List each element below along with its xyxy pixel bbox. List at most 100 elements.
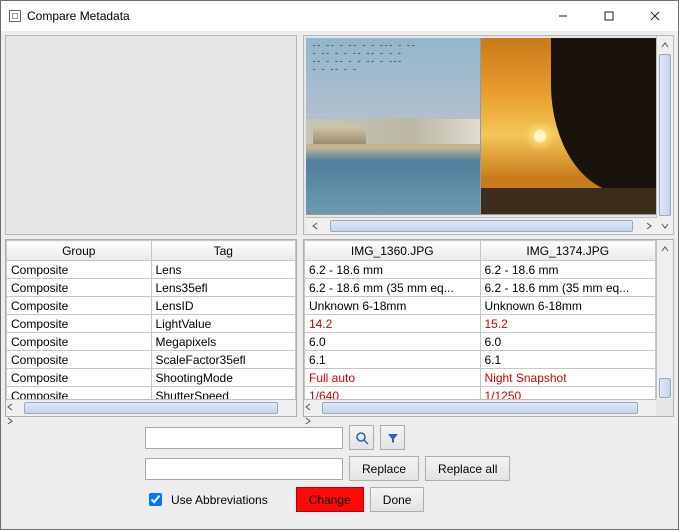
cell-group[interactable]: Composite xyxy=(7,261,152,279)
search-button[interactable] xyxy=(349,425,374,450)
table-row[interactable]: 1/6401/1250 xyxy=(305,387,656,400)
col-tag[interactable]: Tag xyxy=(151,241,296,261)
cell-tag[interactable]: ScaleFactor35efl xyxy=(151,351,296,369)
cell-value-a[interactable]: 1/640 xyxy=(305,387,481,400)
scroll-thumb[interactable] xyxy=(659,54,671,216)
cell-group[interactable]: Composite xyxy=(7,297,152,315)
scroll-thumb[interactable] xyxy=(24,402,278,414)
table-row[interactable]: Unknown 6-18mmUnknown 6-18mm xyxy=(305,297,656,315)
controls: Replace Replace all Use Abbreviations Ch… xyxy=(5,421,674,520)
cell-group[interactable]: Composite xyxy=(7,333,152,351)
preview-vscroll[interactable] xyxy=(656,36,673,234)
use-abbreviations-checkbox[interactable] xyxy=(149,493,162,506)
compare-metadata-window: Compare Metadata ˘˘ ˘˘ ˘ ˘˘ ˘ ˘ ˘˘˘ ˘ ˘˘… xyxy=(0,0,679,530)
cell-value-a[interactable]: 6.2 - 18.6 mm (35 mm eq... xyxy=(305,279,481,297)
table-row[interactable]: CompositeLens xyxy=(7,261,296,279)
replace-input[interactable] xyxy=(145,458,343,480)
cell-group[interactable]: Composite xyxy=(7,351,152,369)
scroll-thumb[interactable] xyxy=(330,220,633,232)
search-input[interactable] xyxy=(145,427,343,449)
preview-row: ˘˘ ˘˘ ˘ ˘˘ ˘ ˘ ˘˘˘ ˘ ˘˘˘ ˘˘ ˘ ˘ ˘˘ ˘˘ ˘ … xyxy=(5,35,674,235)
cell-value-b[interactable]: Night Snapshot xyxy=(480,369,656,387)
cell-tag[interactable]: ShutterSpeed xyxy=(151,387,296,400)
values-vscroll[interactable] xyxy=(656,240,673,416)
scroll-corner xyxy=(656,399,673,416)
table-row[interactable]: CompositeLensID xyxy=(7,297,296,315)
image-comparison: ˘˘ ˘˘ ˘ ˘˘ ˘ ˘ ˘˘˘ ˘ ˘˘˘ ˘˘ ˘ ˘ ˘˘ ˘˘ ˘ … xyxy=(306,38,657,215)
window-controls xyxy=(540,1,678,31)
cell-group[interactable]: Composite xyxy=(7,279,152,297)
values-hscroll[interactable] xyxy=(304,399,656,416)
table-row[interactable]: CompositeLightValue xyxy=(7,315,296,333)
change-button[interactable]: Change xyxy=(296,487,364,512)
cell-value-a[interactable]: 6.0 xyxy=(305,333,481,351)
table-row[interactable]: 6.16.1 xyxy=(305,351,656,369)
replace-button[interactable]: Replace xyxy=(349,456,419,481)
cell-tag[interactable]: Lens35efl xyxy=(151,279,296,297)
done-button[interactable]: Done xyxy=(370,487,425,512)
scroll-right-icon[interactable] xyxy=(640,218,657,234)
table-row[interactable]: 14.215.2 xyxy=(305,315,656,333)
maximize-button[interactable] xyxy=(586,1,632,31)
cell-tag[interactable]: Lens xyxy=(151,261,296,279)
scroll-up-icon[interactable] xyxy=(657,240,673,257)
cell-value-b[interactable]: 6.0 xyxy=(480,333,656,351)
scroll-up-icon[interactable] xyxy=(657,36,673,53)
table-row[interactable]: 6.06.0 xyxy=(305,333,656,351)
cell-value-b[interactable]: 15.2 xyxy=(480,315,656,333)
preview-pane-right: ˘˘ ˘˘ ˘ ˘˘ ˘ ˘ ˘˘˘ ˘ ˘˘˘ ˘˘ ˘ ˘ ˘˘ ˘˘ ˘ … xyxy=(303,35,674,235)
scroll-right-icon[interactable] xyxy=(304,414,656,428)
minimize-button[interactable] xyxy=(540,1,586,31)
tag-grid[interactable]: Group Tag CompositeLensCompositeLens35ef… xyxy=(6,240,296,399)
preview-pane-left xyxy=(5,35,297,235)
scroll-thumb[interactable] xyxy=(322,402,638,414)
use-abbreviations-label[interactable]: Use Abbreviations xyxy=(171,493,268,507)
table-row[interactable]: CompositeMegapixels xyxy=(7,333,296,351)
app-icon xyxy=(9,10,21,22)
table-row[interactable]: 6.2 - 18.6 mm6.2 - 18.6 mm xyxy=(305,261,656,279)
cell-tag[interactable]: Megapixels xyxy=(151,333,296,351)
scroll-thumb[interactable] xyxy=(659,378,671,398)
tag-table: Group Tag CompositeLensCompositeLens35ef… xyxy=(5,239,297,417)
col-file-b[interactable]: IMG_1374.JPG xyxy=(480,241,656,261)
table-row[interactable]: CompositeShootingMode xyxy=(7,369,296,387)
cell-group[interactable]: Composite xyxy=(7,369,152,387)
table-row[interactable]: CompositeShutterSpeed xyxy=(7,387,296,400)
cell-value-b[interactable]: 6.2 - 18.6 mm xyxy=(480,261,656,279)
window-title: Compare Metadata xyxy=(27,9,130,23)
close-button[interactable] xyxy=(632,1,678,31)
table-row[interactable]: CompositeScaleFactor35efl xyxy=(7,351,296,369)
cell-value-a[interactable]: Unknown 6-18mm xyxy=(305,297,481,315)
cell-value-a[interactable]: 14.2 xyxy=(305,315,481,333)
titlebar[interactable]: Compare Metadata xyxy=(1,1,678,31)
values-grid[interactable]: IMG_1360.JPG IMG_1374.JPG 6.2 - 18.6 mm6… xyxy=(304,240,656,399)
table-row[interactable]: CompositeLens35efl xyxy=(7,279,296,297)
image-b[interactable] xyxy=(480,38,657,215)
cell-value-a[interactable]: 6.2 - 18.6 mm xyxy=(305,261,481,279)
cell-value-b[interactable]: 6.2 - 18.6 mm (35 mm eq... xyxy=(480,279,656,297)
table-row[interactable]: 6.2 - 18.6 mm (35 mm eq...6.2 - 18.6 mm … xyxy=(305,279,656,297)
scroll-down-icon[interactable] xyxy=(657,217,673,234)
image-a[interactable]: ˘˘ ˘˘ ˘ ˘˘ ˘ ˘ ˘˘˘ ˘ ˘˘˘ ˘˘ ˘ ˘ ˘˘ ˘˘ ˘ … xyxy=(306,38,481,215)
scroll-left-icon[interactable] xyxy=(306,218,323,234)
scroll-right-icon[interactable] xyxy=(6,414,296,428)
replace-all-button[interactable]: Replace all xyxy=(425,456,510,481)
col-group[interactable]: Group xyxy=(7,241,152,261)
preview-hscroll[interactable] xyxy=(306,217,657,234)
filter-button[interactable] xyxy=(380,425,405,450)
cell-value-b[interactable]: 6.1 xyxy=(480,351,656,369)
tables-row: Group Tag CompositeLensCompositeLens35ef… xyxy=(5,239,674,417)
cell-group[interactable]: Composite xyxy=(7,387,152,400)
values-table: IMG_1360.JPG IMG_1374.JPG 6.2 - 18.6 mm6… xyxy=(303,239,674,417)
table-row[interactable]: Full autoNight Snapshot xyxy=(305,369,656,387)
cell-value-b[interactable]: 1/1250 xyxy=(480,387,656,400)
cell-tag[interactable]: LightValue xyxy=(151,315,296,333)
tag-table-hscroll[interactable] xyxy=(6,399,296,416)
cell-value-b[interactable]: Unknown 6-18mm xyxy=(480,297,656,315)
cell-value-a[interactable]: 6.1 xyxy=(305,351,481,369)
col-file-a[interactable]: IMG_1360.JPG xyxy=(305,241,481,261)
cell-value-a[interactable]: Full auto xyxy=(305,369,481,387)
cell-group[interactable]: Composite xyxy=(7,315,152,333)
cell-tag[interactable]: LensID xyxy=(151,297,296,315)
cell-tag[interactable]: ShootingMode xyxy=(151,369,296,387)
